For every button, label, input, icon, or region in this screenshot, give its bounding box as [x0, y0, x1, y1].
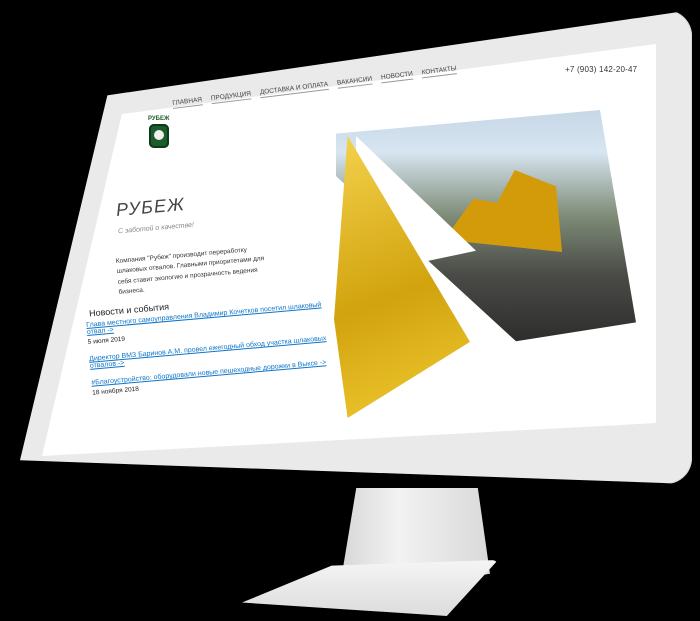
company-logo[interactable] — [149, 124, 169, 148]
header-phone[interactable]: +7 (903) 142-20-47 — [565, 65, 637, 74]
desktop-monitor-mockup: +7 (903) 142-20-47 РУБЕЖ ГЛАВНАЯ ПРОДУКЦ… — [0, 0, 700, 621]
monitor-base — [242, 560, 498, 616]
logo-text: РУБЕЖ — [148, 116, 170, 122]
